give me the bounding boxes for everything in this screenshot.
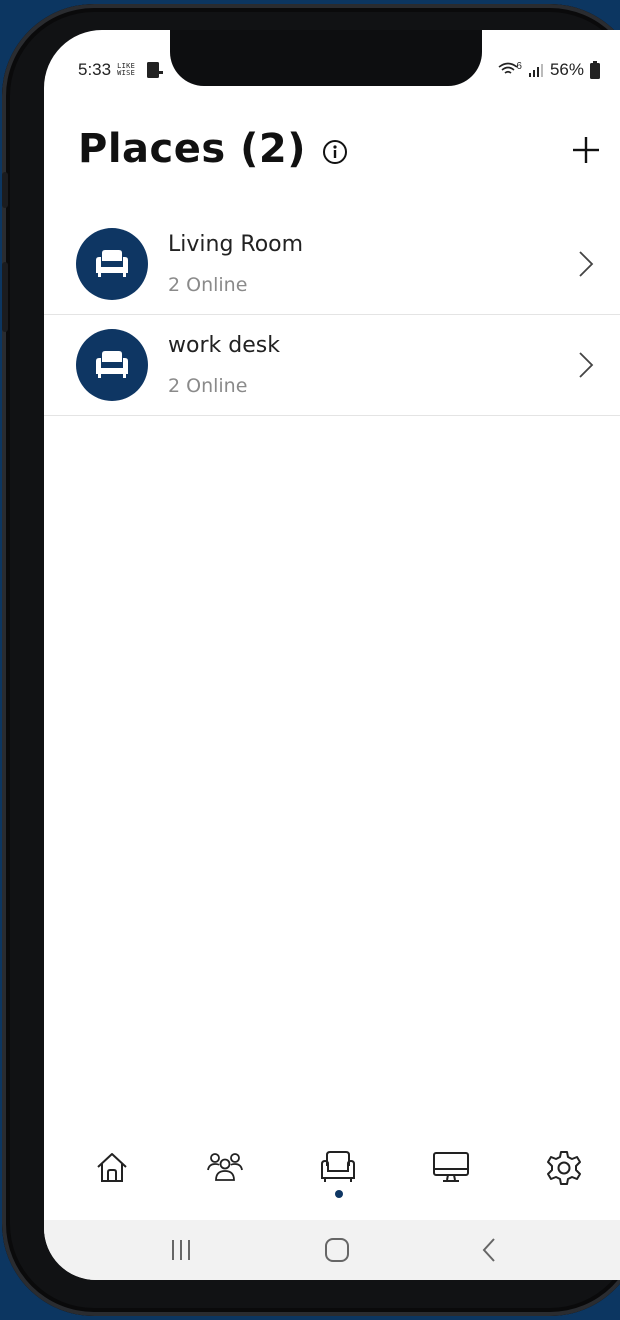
chevron-right-icon [579,352,594,378]
battery-icon [590,61,600,79]
battery-percent: 56% [549,60,584,79]
place-status: 2 Online [168,375,248,397]
armchair-icon [96,351,128,378]
place-status: 2 Online [168,274,248,296]
nav-people[interactable] [197,1138,253,1202]
sim-card-icon [147,62,164,78]
home-icon [97,1153,127,1182]
place-avatar [76,329,148,401]
network-gen: 6 [516,60,522,72]
header: Places (2) [78,126,348,172]
armchair-icon [321,1151,355,1182]
carrier-badge: LIKE WISE [117,62,136,77]
nav-home[interactable] [84,1138,140,1202]
place-name: work desk [168,333,280,358]
back-icon[interactable] [481,1237,497,1263]
clock: 5:33 [78,60,112,79]
home-button-icon[interactable] [324,1237,350,1263]
chevron-right-icon [579,251,594,277]
settings-gear-icon [547,1151,581,1185]
camera-notch [170,30,482,86]
place-row[interactable]: Living Room 2 Online [44,214,620,315]
add-place-button[interactable] [570,134,602,166]
bottom-navigation [44,1138,620,1220]
places-list: Living Room 2 Online work desk 2 Online [44,214,620,416]
volume-button [2,262,8,332]
people-icon [207,1153,243,1181]
place-avatar [76,228,148,300]
armchair-icon [96,250,128,277]
nav-places[interactable] [310,1138,366,1202]
active-indicator [335,1190,343,1198]
system-navigation-bar [44,1220,620,1280]
phone-frame: 5:33 LIKE WISE 6 56% Places (2) Living R… [2,4,620,1316]
place-name: Living Room [168,232,304,257]
nav-settings[interactable] [536,1138,592,1202]
wifi-icon [498,62,518,74]
nav-devices[interactable] [423,1138,479,1202]
place-row[interactable]: work desk 2 Online [44,315,620,416]
screen: 5:33 LIKE WISE 6 56% Places (2) Living R… [44,30,620,1280]
signal-icon [528,64,543,77]
monitor-icon [433,1152,469,1182]
info-icon[interactable] [322,139,348,165]
page-title: Places (2) [78,126,306,172]
status-bar-right: 6 56% [498,60,600,80]
side-button [2,172,8,208]
status-bar-left: 5:33 LIKE WISE [78,60,164,80]
recents-icon[interactable] [169,1239,193,1261]
